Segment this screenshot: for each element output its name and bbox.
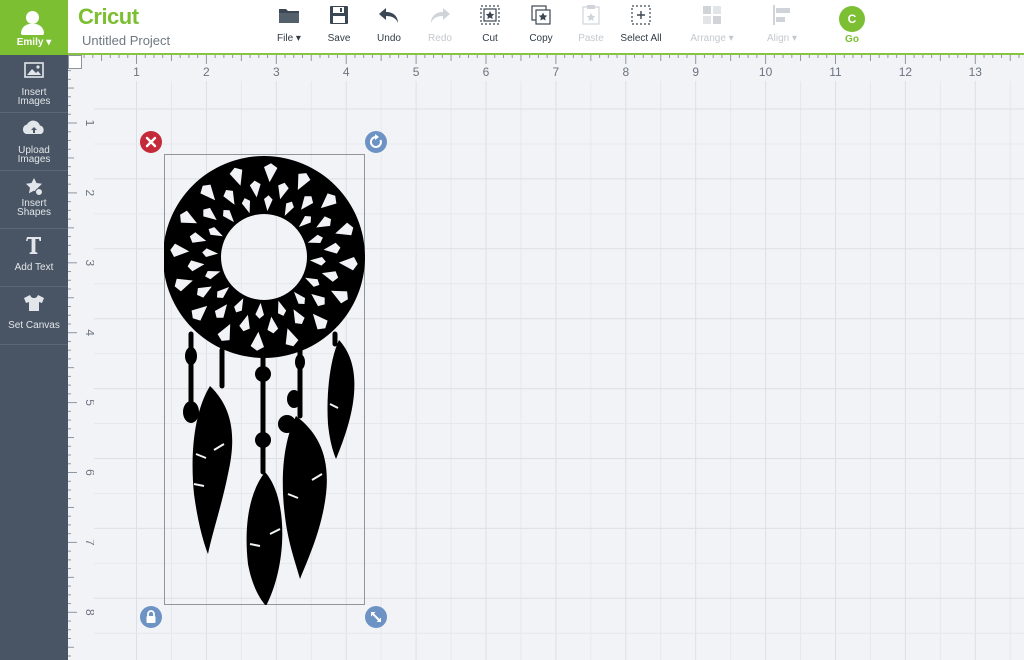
shapes-icon xyxy=(0,177,68,197)
ruler-label: 2 xyxy=(203,65,210,79)
ruler-label: 7 xyxy=(83,539,94,546)
ruler-label: 9 xyxy=(692,65,699,79)
ruler-label: 7 xyxy=(553,65,560,79)
rotate-arrow-icon xyxy=(369,134,382,148)
insert-shapes-button[interactable]: Insert Shapes xyxy=(0,171,68,229)
ruler-label: 8 xyxy=(83,609,94,616)
insert-images-label-2: Images xyxy=(17,96,51,107)
insert-images-button[interactable]: Insert Images xyxy=(0,55,68,113)
cloud-upload-icon xyxy=(0,119,68,139)
ruler-label: 13 xyxy=(969,65,983,79)
ruler-label: 5 xyxy=(83,399,94,406)
delete-handle[interactable] xyxy=(140,131,162,153)
upload-images-button[interactable]: Upload Images xyxy=(0,113,68,171)
ruler-label: 12 xyxy=(899,65,913,79)
rotate-handle[interactable] xyxy=(365,131,387,153)
ruler-label: 4 xyxy=(343,65,350,79)
set-canvas-button[interactable]: Set Canvas xyxy=(0,287,68,345)
user-avatar-body xyxy=(21,24,44,35)
ruler-label: 5 xyxy=(413,65,420,79)
ruler-label: 3 xyxy=(83,259,94,266)
resize-arrows-icon xyxy=(371,612,381,622)
ruler-label: 2 xyxy=(83,190,94,197)
ruler-label: 6 xyxy=(483,65,490,79)
align-menu-button[interactable]: Align ▾ xyxy=(752,4,812,44)
ruler-corner xyxy=(68,55,82,69)
arrange-menu-button[interactable]: Arrange ▾ xyxy=(682,4,742,44)
user-name[interactable]: Emily ▾ xyxy=(0,37,68,48)
arrange-label: Arrange ▾ xyxy=(690,33,734,44)
go-label: Go xyxy=(845,34,859,45)
insert-shapes-label-2: Shapes xyxy=(17,207,51,218)
arrange-icon xyxy=(682,4,742,28)
user-avatar-icon xyxy=(26,11,39,24)
cricut-logo: Cricut xyxy=(78,4,139,29)
vertical-ruler: 1 2 3 4 5 6 7 8 xyxy=(68,69,94,660)
ruler-label: 3 xyxy=(273,65,280,79)
align-icon xyxy=(752,4,812,28)
dreamcatcher-image[interactable] xyxy=(164,154,365,605)
left-sidebar: Insert Images Upload Images Insert Shape… xyxy=(0,55,68,660)
close-x-icon xyxy=(145,136,157,148)
upload-images-label-2: Images xyxy=(17,154,51,165)
lock-icon xyxy=(146,610,156,623)
ruler-label: 1 xyxy=(133,65,140,79)
text-t-icon xyxy=(0,235,68,255)
set-canvas-label: Set Canvas xyxy=(8,320,60,331)
align-label: Align ▾ xyxy=(766,33,798,44)
go-button[interactable]: C Go xyxy=(822,4,882,45)
ruler-label: 8 xyxy=(622,65,629,79)
select-all-label: Select All xyxy=(620,33,662,44)
cricut-c-icon: C xyxy=(839,6,865,32)
horizontal-ruler: 1 2 3 4 5 6 7 8 9 10 11 12 13 xyxy=(82,55,1024,81)
ruler-label: 10 xyxy=(759,65,773,79)
project-title[interactable]: Untitled Project xyxy=(82,33,170,48)
select-all-button[interactable]: Select All xyxy=(611,4,671,44)
tshirt-icon xyxy=(0,293,68,313)
ruler-label: 11 xyxy=(829,65,842,79)
select-all-icon xyxy=(611,4,671,28)
ruler-label: 1 xyxy=(83,120,94,127)
ruler-label: 4 xyxy=(83,329,94,336)
ruler-label: 6 xyxy=(83,469,94,476)
user-menu-button[interactable]: Emily ▾ xyxy=(0,0,68,55)
image-icon xyxy=(0,61,68,81)
add-text-button[interactable]: Add Text xyxy=(0,229,68,287)
add-text-label: Add Text xyxy=(14,262,54,273)
resize-handle[interactable] xyxy=(365,606,387,628)
top-toolbar: Emily ▾ Cricut Untitled Project File ▾ S… xyxy=(0,0,1024,55)
lock-proportions-handle[interactable] xyxy=(140,606,162,628)
